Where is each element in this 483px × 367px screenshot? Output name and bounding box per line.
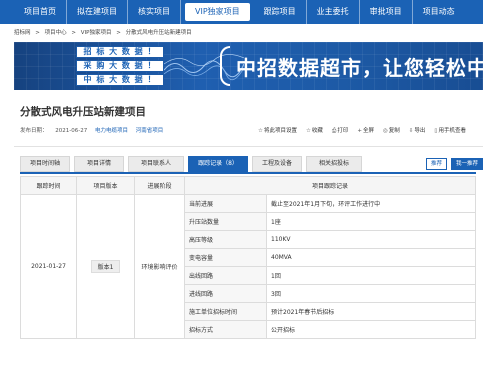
- breadcrumb-separator: >: [35, 30, 40, 36]
- version-badge[interactable]: 版本1: [90, 260, 121, 273]
- row-label: 变电容量: [184, 248, 267, 267]
- row-label: 进线回路: [184, 284, 267, 303]
- divider: [14, 146, 483, 147]
- export-action[interactable]: ⇩导出: [409, 126, 426, 135]
- nav-item-tracking[interactable]: 跟踪项目: [254, 0, 307, 24]
- nav-item-home[interactable]: 项目首页: [14, 0, 67, 24]
- tab-timeline[interactable]: 项目时间轴: [20, 156, 70, 172]
- fullscreen-label: 全屏: [362, 128, 374, 134]
- page: 项目首页 拟在建项目 核实项目 VIP独家项目 跟踪项目 业主委托 审批项目 项…: [0, 0, 483, 367]
- record-date: 2021-01-27: [20, 194, 77, 339]
- row-label: 招标方式: [184, 320, 267, 339]
- publish-date: 2021-06-27: [55, 128, 88, 134]
- breadcrumb-separator: >: [71, 30, 76, 36]
- print-label: 打印: [337, 128, 349, 134]
- mobile-view-action[interactable]: ▯用手机查看: [434, 126, 466, 135]
- right-buttons: 推荐 我一推荐: [426, 158, 483, 170]
- one-click-recommend-button[interactable]: 我一推荐: [451, 158, 483, 170]
- banner-tag-award: 中 标 大 数 据 ！: [76, 74, 164, 86]
- row-value: 公开招标: [266, 320, 476, 339]
- row-label: 当前进展: [184, 194, 267, 213]
- print-icon: ⎙: [331, 128, 337, 134]
- tab-contacts[interactable]: 项目联系人: [128, 156, 184, 172]
- breadcrumb-current: 分散式风电升压站新建项目: [125, 30, 192, 36]
- row-value: 1座: [266, 212, 476, 231]
- copy-action[interactable]: ◎复制: [383, 126, 400, 135]
- tab-tracking-records[interactable]: 跟踪记录（8）: [188, 156, 248, 172]
- recommend-button[interactable]: 推荐: [426, 158, 448, 170]
- category-link[interactable]: 电力电缆项目: [95, 128, 128, 134]
- tab-engineering-equipment[interactable]: 工程及设备: [252, 156, 302, 172]
- header-stage: 进展阶段: [134, 176, 185, 195]
- nav-item-planned[interactable]: 拟在建项目: [67, 0, 128, 24]
- breadcrumb-vip[interactable]: VIP独家项目: [81, 30, 112, 36]
- tab-details[interactable]: 项目详情: [74, 156, 124, 172]
- phone-icon: ▯: [434, 128, 438, 134]
- wave-graphic: [164, 54, 244, 81]
- export-label: 导出: [414, 128, 426, 134]
- row-label: 升压站数量: [184, 212, 267, 231]
- set-project-action[interactable]: ☆将此项目设置: [258, 126, 297, 135]
- action-bar: ☆将此项目设置 ☆收藏 ⎙打印 +全屏 ◎复制 ⇩导出 ▯用手机查看: [258, 126, 466, 135]
- header-project-version: 项目版本: [76, 176, 135, 195]
- row-value: 3回: [266, 284, 476, 303]
- breadcrumb: 招标网 > 项目中心 > VIP独家项目 > 分散式风电升压站新建项目: [14, 28, 195, 36]
- banner-tag-procurement: 采 购 大 数 据 ！: [76, 60, 164, 72]
- banner-tag-bidding: 招 标 大 数 据 ！: [76, 46, 164, 58]
- row-label: 出线回路: [184, 266, 267, 285]
- header-tracking-record: 项目跟踪记录: [184, 176, 476, 195]
- banner-headline: 中招数据超市，让您轻松中标: [236, 56, 483, 80]
- tab-underline: [20, 172, 476, 174]
- breadcrumb-project-center[interactable]: 项目中心: [45, 30, 67, 36]
- export-icon: ⇩: [408, 128, 414, 134]
- row-label: 施工单位招标时间: [184, 302, 267, 321]
- record-stage: 环境影响评价: [134, 194, 185, 339]
- tab-bar: 项目时间轴 项目详情 项目联系人 跟踪记录（8） 工程及设备 相关招投标: [20, 156, 362, 172]
- row-label: 高压等级: [184, 230, 267, 249]
- nav-item-approval[interactable]: 审批项目: [360, 0, 413, 24]
- project-meta: 发布日期： 2021-06-27 电力电缆项目 河南省项目: [20, 126, 163, 134]
- nav-item-owner[interactable]: 业主委托: [307, 0, 360, 24]
- promo-banner[interactable]: 招 标 大 数 据 ！ 采 购 大 数 据 ！ 中 标 大 数 据 ！ 中招数据…: [14, 42, 483, 90]
- settings-icon: ☆: [258, 128, 263, 134]
- print-action[interactable]: ⎙打印: [332, 126, 348, 135]
- breadcrumb-home[interactable]: 招标网: [14, 30, 31, 36]
- breadcrumb-separator: >: [116, 30, 121, 36]
- page-title: 分散式风电升压站新建项目: [20, 106, 146, 118]
- nav-item-vip[interactable]: VIP独家项目: [185, 3, 250, 21]
- tab-related-bids[interactable]: 相关招投标: [306, 156, 362, 172]
- nav-item-verified[interactable]: 核实项目: [128, 0, 181, 24]
- row-value: 1回: [266, 266, 476, 285]
- nav-item-news[interactable]: 项目动态: [413, 0, 465, 24]
- favorite-label: 收藏: [311, 128, 323, 134]
- table-header-row: 跟踪时间 项目版本 进展阶段 项目跟踪记录: [20, 176, 476, 195]
- copy-icon: ◎: [382, 128, 388, 134]
- row-value: 110KV: [266, 230, 476, 249]
- region-link[interactable]: 河南省项目: [136, 128, 164, 134]
- top-navigation: 项目首页 拟在建项目 核实项目 VIP独家项目 跟踪项目 业主委托 审批项目 项…: [0, 0, 483, 24]
- record-version-cell: 版本1: [76, 194, 135, 339]
- copy-label: 复制: [388, 128, 400, 134]
- row-value: 预计2021年春节后招标: [266, 302, 476, 321]
- header-tracking-time: 跟踪时间: [20, 176, 77, 195]
- table-row: 2021-01-27 版本1 环境影响评价 当前进展 截止至2021年1月下旬，…: [20, 194, 476, 339]
- banner-bracket: [220, 46, 230, 86]
- fullscreen-action[interactable]: +全屏: [357, 126, 374, 135]
- star-icon: ☆: [305, 128, 311, 134]
- mobile-view-label: 用手机查看: [438, 128, 466, 134]
- date-label: 发布日期：: [20, 128, 48, 134]
- fullscreen-icon: +: [357, 128, 362, 134]
- set-project-label: 将此项目设置: [263, 128, 297, 134]
- row-value: 40MVA: [266, 248, 476, 267]
- favorite-action[interactable]: ☆收藏: [306, 126, 323, 135]
- row-value: 截止至2021年1月下旬，环评工作进行中: [266, 194, 476, 213]
- tracking-table: 跟踪时间 项目版本 进展阶段 项目跟踪记录 2021-01-27 版本1 环境影…: [20, 176, 476, 339]
